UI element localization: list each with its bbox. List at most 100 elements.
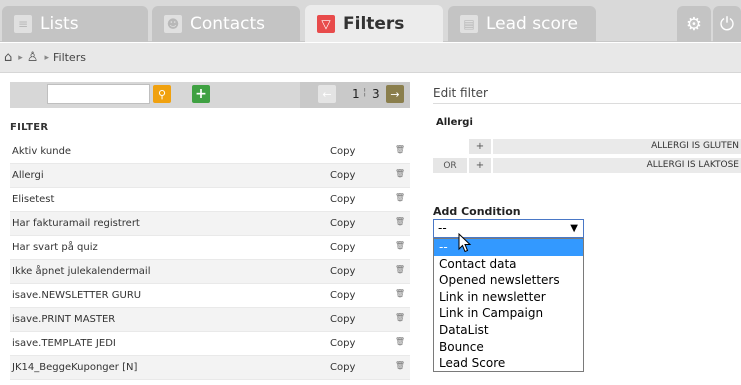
tab-filters-label: Filters — [343, 13, 405, 34]
filter-name[interactable]: isave.TEMPLATE JEDI — [12, 338, 116, 349]
tab-lead-score[interactable]: ▤ Lead score — [448, 6, 596, 42]
trash-icon[interactable]: 🗑 — [395, 336, 405, 346]
logout-button[interactable]: ⏻ — [713, 6, 741, 42]
condition-text[interactable]: ALLERGI IS GLUTEN — [493, 139, 741, 154]
table-row[interactable]: Allergi Copy 🗑 — [10, 164, 410, 188]
table-row[interactable]: Elisetest Copy 🗑 — [10, 188, 410, 212]
trash-icon[interactable]: 🗑 — [395, 168, 405, 178]
total-pages: 3 — [372, 87, 380, 101]
gear-icon: ⚙ — [685, 13, 703, 35]
tab-contacts[interactable]: ☻ Contacts — [152, 6, 300, 42]
filter-list: Aktiv kunde Copy 🗑 Allergi Copy 🗑 Elisetest C… — [10, 140, 410, 380]
dropdown-option[interactable]: -- — [434, 239, 583, 256]
breadcrumb-separator: ▸ — [44, 52, 49, 63]
breadcrumb: ⌂ ▸ ♙ ▸ Filters — [0, 43, 741, 73]
next-page-button[interactable]: → — [386, 85, 404, 103]
mouse-cursor-icon — [458, 233, 472, 253]
filter-name[interactable]: Har svart på quiz — [12, 242, 98, 253]
previous-page-button[interactable]: ← — [318, 85, 336, 103]
copy-link[interactable]: Copy — [330, 242, 355, 253]
trash-icon[interactable]: 🗑 — [395, 240, 405, 250]
dropdown-option[interactable]: Opened newsletters — [434, 272, 583, 289]
copy-link[interactable]: Copy — [330, 146, 355, 157]
add-filter-button[interactable]: + — [192, 85, 210, 103]
filter-name[interactable]: JK14_BeggeKuponger [N] — [12, 362, 137, 373]
copy-link[interactable]: Copy — [330, 338, 355, 349]
arrow-right-icon: → — [390, 87, 400, 101]
title-divider — [433, 103, 741, 104]
tab-lists[interactable]: ≡ Lists — [2, 6, 148, 42]
pagination: ← 1 ¦ 3 → — [300, 82, 410, 108]
add-condition-button[interactable]: + — [469, 139, 491, 154]
tab-lists-label: Lists — [40, 14, 79, 34]
table-row[interactable]: Ikke åpnet julekalendermail Copy 🗑 — [10, 260, 410, 284]
tab-contacts-label: Contacts — [190, 14, 265, 34]
table-row[interactable]: isave.TEMPLATE JEDI Copy 🗑 — [10, 332, 410, 356]
copy-link[interactable]: Copy — [330, 290, 355, 301]
trash-icon[interactable]: 🗑 — [395, 216, 405, 226]
filter-name[interactable]: isave.PRINT MASTER — [12, 314, 115, 325]
main-tab-bar: ≡ Lists ☻ Contacts ▽ Filters ▤ Lead scor… — [0, 0, 741, 42]
search-button[interactable]: ⚲ — [153, 85, 171, 103]
table-row[interactable]: Aktiv kunde Copy 🗑 — [10, 140, 410, 164]
copy-link[interactable]: Copy — [330, 314, 355, 325]
copy-link[interactable]: Copy — [330, 266, 355, 277]
dropdown-option[interactable]: DataList — [434, 322, 583, 339]
copy-link[interactable]: Copy — [330, 194, 355, 205]
table-row[interactable]: isave.PRINT MASTER Copy 🗑 — [10, 308, 410, 332]
filter-name[interactable]: Aktiv kunde — [12, 146, 71, 157]
trash-icon[interactable]: 🗑 — [395, 192, 405, 202]
arrow-left-icon: ← — [322, 87, 332, 101]
tab-lead-score-label: Lead score — [486, 14, 578, 34]
list-icon: ≡ — [14, 15, 32, 33]
condition-type-dropdown: -- Contact data Opened newsletters Link … — [433, 238, 584, 372]
filter-name[interactable]: Elisetest — [12, 194, 54, 205]
condition-operator[interactable]: OR — [433, 158, 467, 173]
copy-link[interactable]: Copy — [330, 362, 355, 373]
search-input[interactable] — [47, 84, 150, 104]
filter-name[interactable]: isave.NEWSLETTER GURU — [12, 290, 141, 301]
table-row[interactable]: Har fakturamail registrert Copy 🗑 — [10, 212, 410, 236]
trash-icon[interactable]: 🗑 — [395, 360, 405, 370]
trash-icon[interactable]: 🗑 — [395, 312, 405, 322]
table-row[interactable]: Har svart på quiz Copy 🗑 — [10, 236, 410, 260]
contact-icon: ☻ — [164, 15, 182, 33]
lead-score-icon: ▤ — [460, 15, 478, 33]
edit-filter-title: Edit filter — [433, 86, 488, 100]
current-page: 1 — [352, 87, 360, 101]
user-icon[interactable]: ♙ — [27, 50, 39, 65]
trash-icon[interactable]: 🗑 — [395, 144, 405, 154]
trash-icon[interactable]: 🗑 — [395, 288, 405, 298]
power-icon: ⏻ — [719, 13, 735, 35]
condition-row: + ALLERGI IS GLUTEN — [433, 139, 741, 154]
dropdown-option[interactable]: Contact data — [434, 256, 583, 273]
tab-filters[interactable]: ▽ Filters — [305, 5, 443, 42]
search-icon: ⚲ — [157, 87, 167, 101]
dropdown-option[interactable]: Link in newsletter — [434, 289, 583, 306]
filter-name-heading: Allergi — [436, 117, 473, 128]
plus-icon: + — [195, 86, 207, 102]
dropdown-option[interactable]: Bounce — [434, 339, 583, 356]
list-toolbar: ⚲ + ← 1 ¦ 3 → — [10, 82, 410, 108]
copy-link[interactable]: Copy — [330, 170, 355, 181]
condition-text[interactable]: ALLERGI IS LAKTOSE — [493, 158, 741, 173]
filter-name[interactable]: Allergi — [12, 170, 44, 181]
chevron-down-icon: ▼ — [570, 223, 578, 234]
trash-icon[interactable]: 🗑 — [395, 264, 405, 274]
breadcrumb-separator: ▸ — [18, 52, 23, 63]
breadcrumb-item-filters[interactable]: Filters — [53, 51, 86, 64]
page-divider: ¦ — [363, 87, 367, 98]
filter-name[interactable]: Ikke åpnet julekalendermail — [12, 266, 151, 277]
table-row[interactable]: JK14_BeggeKuponger [N] Copy 🗑 — [10, 356, 410, 380]
table-row[interactable]: isave.NEWSLETTER GURU Copy 🗑 — [10, 284, 410, 308]
add-condition-button[interactable]: + — [469, 158, 491, 173]
filter-name[interactable]: Har fakturamail registrert — [12, 218, 140, 229]
filter-icon: ▽ — [317, 14, 335, 33]
dropdown-option[interactable]: Link in Campaign — [434, 305, 583, 322]
home-icon[interactable]: ⌂ — [4, 50, 12, 65]
settings-button[interactable]: ⚙ — [677, 6, 711, 42]
copy-link[interactable]: Copy — [330, 218, 355, 229]
dropdown-option[interactable]: Lead Score — [434, 355, 583, 372]
condition-type-select[interactable]: -- ▼ — [433, 219, 584, 238]
condition-row: OR + ALLERGI IS LAKTOSE — [433, 158, 741, 173]
